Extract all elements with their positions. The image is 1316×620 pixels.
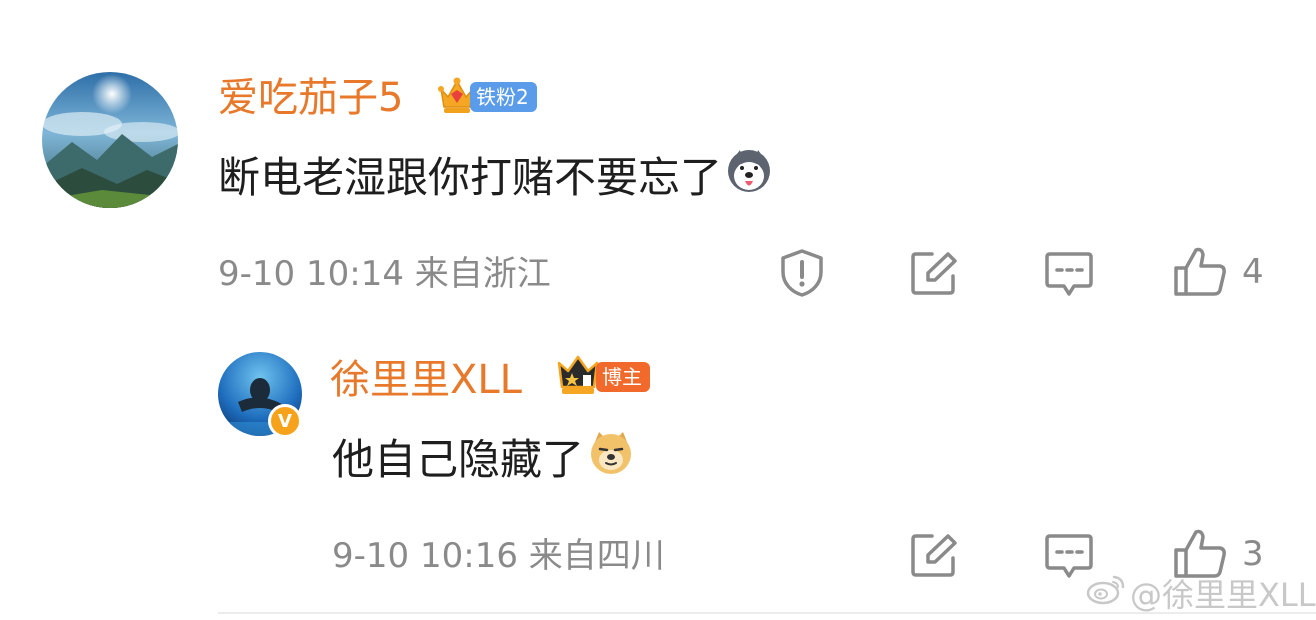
reply-meta: 9-10 10:16 来自四川 <box>332 536 665 576</box>
weibo-logo-icon <box>1086 573 1126 613</box>
watermark-text: @徐里里XLL <box>1130 576 1316 614</box>
role-badge-label: 博主 <box>596 362 650 392</box>
watermark: @徐里里XLL <box>1086 570 1316 616</box>
comment-icon <box>1044 250 1094 298</box>
reply-share-button[interactable] <box>910 532 960 578</box>
replier-username[interactable]: 徐里里XLL <box>330 356 522 404</box>
reply-text: 他自己隐藏了 <box>332 430 634 489</box>
comment-meta: 9-10 10:14 来自浙江 <box>218 254 551 294</box>
share-icon <box>910 532 960 578</box>
report-icon <box>778 248 826 298</box>
like-button[interactable]: 4 <box>1172 246 1264 298</box>
fan-badge-label: 铁粉2 <box>470 82 537 112</box>
reply-like-count: 3 <box>1242 534 1264 574</box>
husky-emoji-icon <box>726 148 772 207</box>
role-badge[interactable]: 博主 <box>556 354 650 400</box>
verified-badge: V <box>268 404 302 438</box>
doge-emoji-icon <box>588 430 634 489</box>
share-button[interactable] <box>910 250 960 296</box>
comment-text-body: 断电老湿跟你打赌不要忘了 <box>218 152 723 202</box>
fan-badge[interactable]: 铁粉2 <box>438 74 537 120</box>
report-button[interactable] <box>778 248 826 298</box>
avatar-commenter[interactable] <box>42 72 178 208</box>
like-count: 4 <box>1242 252 1264 292</box>
reply-text-body: 他自己隐藏了 <box>332 434 585 484</box>
star-crown-icon <box>556 353 600 401</box>
like-icon <box>1172 246 1228 298</box>
share-icon <box>910 250 960 296</box>
commenter-username[interactable]: 爱吃茄子5 <box>218 74 403 122</box>
comment-button[interactable] <box>1044 250 1094 298</box>
comment-text: 断电老湿跟你打赌不要忘了 <box>218 148 772 207</box>
